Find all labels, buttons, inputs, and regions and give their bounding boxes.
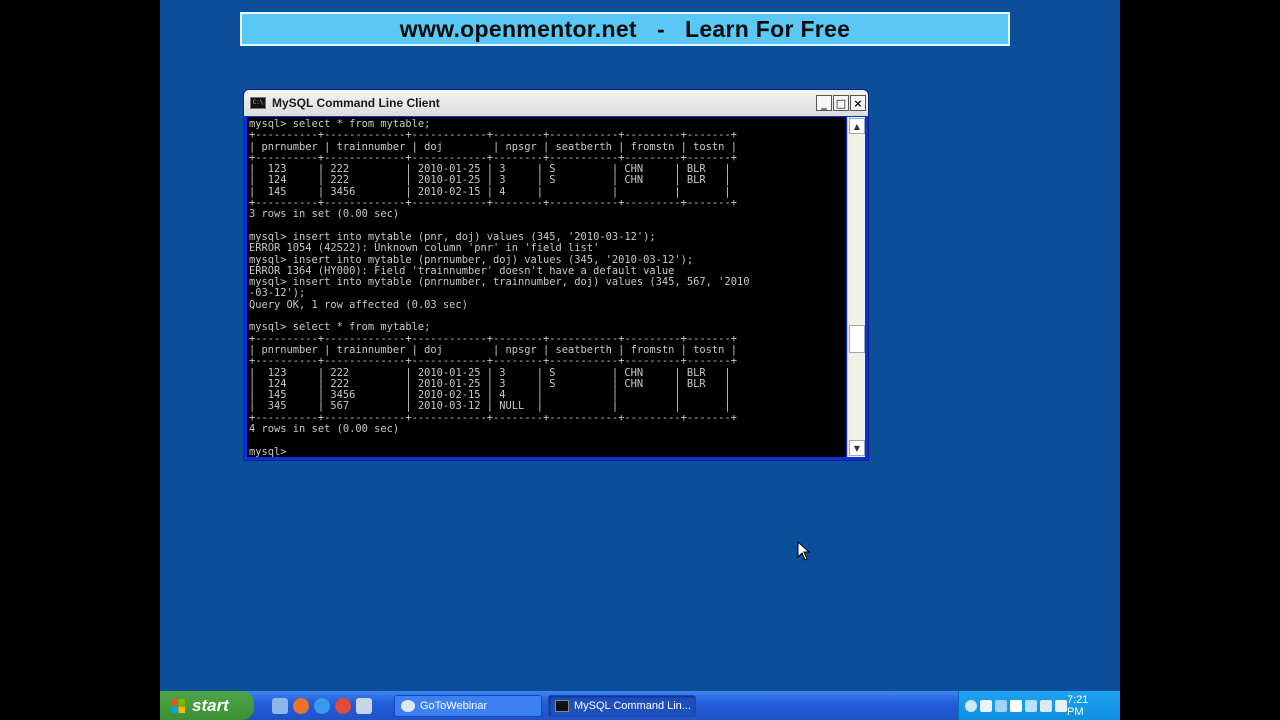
close-button[interactable]: × <box>850 95 866 111</box>
quick-launch-bar <box>272 697 390 714</box>
taskbar-item-gotowebinar[interactable]: GoToWebinar <box>394 694 542 717</box>
window-switcher-icon[interactable] <box>356 697 372 714</box>
taskbar-item-mysql[interactable]: MySQL Command Lin... <box>548 694 696 717</box>
gotowebinar-icon <box>401 699 415 712</box>
start-button[interactable]: start <box>160 691 254 720</box>
mysql-console-window[interactable]: C:\ MySQL Command Line Client _ □ × mysq… <box>243 89 869 461</box>
vertical-scrollbar[interactable]: ▲ ▼ <box>847 117 865 457</box>
minimize-button[interactable]: _ <box>816 95 832 111</box>
start-label: start <box>192 695 229 715</box>
site-banner: www.openmentor.net - Learn For Free <box>240 12 1010 46</box>
tray-expand-icon[interactable] <box>965 699 977 712</box>
task-label: GoToWebinar <box>420 699 488 712</box>
taskbar-clock[interactable]: 7:21 PM <box>1067 694 1106 718</box>
network-icon[interactable] <box>995 699 1007 712</box>
console-text: mysql> select * from mytable; +---------… <box>249 118 750 457</box>
scroll-down-arrow-icon[interactable]: ▼ <box>849 440 865 456</box>
scrollbar-thumb[interactable] <box>849 325 865 353</box>
taskbar: start GoToWebinar MySQL Command Lin... 7… <box>160 691 1120 720</box>
show-desktop-icon[interactable] <box>272 697 288 714</box>
console-app-icon: C:\ <box>250 97 266 109</box>
maximize-button[interactable]: □ <box>833 95 849 111</box>
desktop: www.openmentor.net - Learn For Free C:\ … <box>160 0 1120 720</box>
window-title: MySQL Command Line Client <box>272 96 440 110</box>
task-label: MySQL Command Lin... <box>574 699 691 712</box>
window-titlebar[interactable]: C:\ MySQL Command Line Client _ □ × <box>244 90 868 116</box>
tray-app-icon[interactable] <box>980 699 992 712</box>
console-app-icon <box>555 699 569 712</box>
scroll-up-arrow-icon[interactable]: ▲ <box>849 118 865 134</box>
internet-explorer-icon[interactable] <box>314 697 330 714</box>
console-output-area[interactable]: mysql> select * from mytable; +---------… <box>247 117 846 457</box>
mouse-pointer-icon <box>797 541 811 561</box>
tray-app-icon[interactable] <box>1055 699 1067 712</box>
tray-app-icon[interactable] <box>1025 699 1037 712</box>
tray-app-icon[interactable] <box>1010 699 1022 712</box>
system-tray: 7:21 PM <box>958 691 1120 720</box>
windows-logo-icon <box>171 698 185 713</box>
firefox-icon[interactable] <box>293 697 309 714</box>
chrome-icon[interactable] <box>335 697 351 714</box>
volume-icon[interactable] <box>1040 699 1052 712</box>
